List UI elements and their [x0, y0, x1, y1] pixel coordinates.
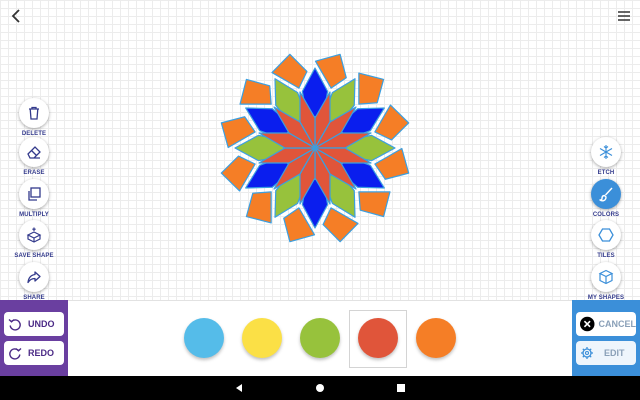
multiply-button[interactable] [19, 179, 49, 209]
delete-tool[interactable]: DELETE [4, 98, 64, 137]
back-button[interactable] [6, 6, 26, 26]
share-arrow-icon [27, 271, 41, 284]
my-shapes-button[interactable] [591, 262, 621, 292]
close-circle-icon [580, 316, 595, 332]
outer-tile[interactable] [245, 191, 272, 224]
nav-back-button[interactable] [231, 380, 247, 396]
color-swatch-blue[interactable] [184, 318, 224, 358]
nav-recents-icon [397, 384, 405, 392]
color-swatch-red[interactable] [358, 318, 398, 358]
undo-icon [8, 318, 21, 331]
hamburger-menu-icon [618, 11, 630, 21]
menu-button[interactable] [614, 6, 634, 26]
etch-label: ETCH [597, 170, 615, 176]
hexagon-icon [598, 228, 614, 242]
undo-label: UNDO [28, 319, 55, 329]
nav-home-button[interactable] [312, 380, 328, 396]
tiles-label: TILES [597, 253, 615, 259]
cube-plus-icon [26, 227, 42, 243]
system-nav-bar [0, 376, 640, 400]
my-shapes-tool[interactable]: MY SHAPES [576, 262, 636, 301]
nav-home-icon [316, 384, 324, 392]
eraser-icon [27, 146, 41, 159]
colors-label: COLORS [592, 212, 620, 218]
color-swatch-green[interactable] [300, 318, 340, 358]
outer-tile[interactable] [239, 78, 272, 105]
share-button[interactable] [19, 262, 49, 292]
nav-back-icon [236, 384, 242, 392]
trash-icon [29, 106, 39, 120]
undo-button[interactable]: UNDO [4, 312, 64, 336]
cancel-button[interactable]: CANCEL [576, 312, 636, 336]
multiply-tool[interactable]: MULTIPLY [4, 179, 64, 218]
snowflake-icon [599, 145, 613, 159]
redo-label: REDO [28, 348, 55, 358]
erase-label: ERASE [23, 170, 45, 176]
erase-tool[interactable]: ERASE [4, 137, 64, 176]
colors-tool[interactable]: COLORS [576, 179, 636, 218]
nav-recents-button[interactable] [393, 380, 409, 396]
color-swatch-yellow[interactable] [242, 318, 282, 358]
erase-button[interactable] [19, 137, 49, 167]
colors-button[interactable] [591, 179, 621, 209]
redo-button[interactable]: REDO [4, 341, 64, 365]
cancel-label: CANCEL [598, 319, 637, 329]
multiply-label: MULTIPLY [19, 212, 49, 218]
outer-tile[interactable] [358, 191, 391, 218]
outer-tile[interactable] [358, 72, 385, 105]
color-swatch-orange[interactable] [416, 318, 456, 358]
edit-label: EDIT [604, 348, 625, 358]
etch-tool[interactable]: ETCH [576, 137, 636, 176]
etch-button[interactable] [591, 137, 621, 167]
gear-icon [581, 347, 593, 359]
share-tool[interactable]: SHARE [4, 262, 64, 301]
copy-icon [28, 187, 41, 201]
back-arrow-icon [11, 9, 20, 23]
delete-button[interactable] [19, 98, 49, 128]
tiles-button[interactable] [591, 220, 621, 250]
paintbrush-icon [599, 187, 613, 202]
cube-icon [598, 269, 614, 285]
save-shape-tool[interactable]: SAVE SHAPE [4, 220, 64, 259]
history-panel: UNDO REDO [0, 300, 68, 376]
tiles-tool[interactable]: TILES [576, 220, 636, 259]
star-pattern[interactable] [215, 48, 415, 248]
save-shape-label: SAVE SHAPE [14, 253, 54, 259]
save-shape-button[interactable] [19, 220, 49, 250]
actions-panel: CANCEL EDIT [572, 300, 640, 376]
redo-icon [9, 347, 22, 360]
edit-button[interactable]: EDIT [576, 341, 636, 365]
